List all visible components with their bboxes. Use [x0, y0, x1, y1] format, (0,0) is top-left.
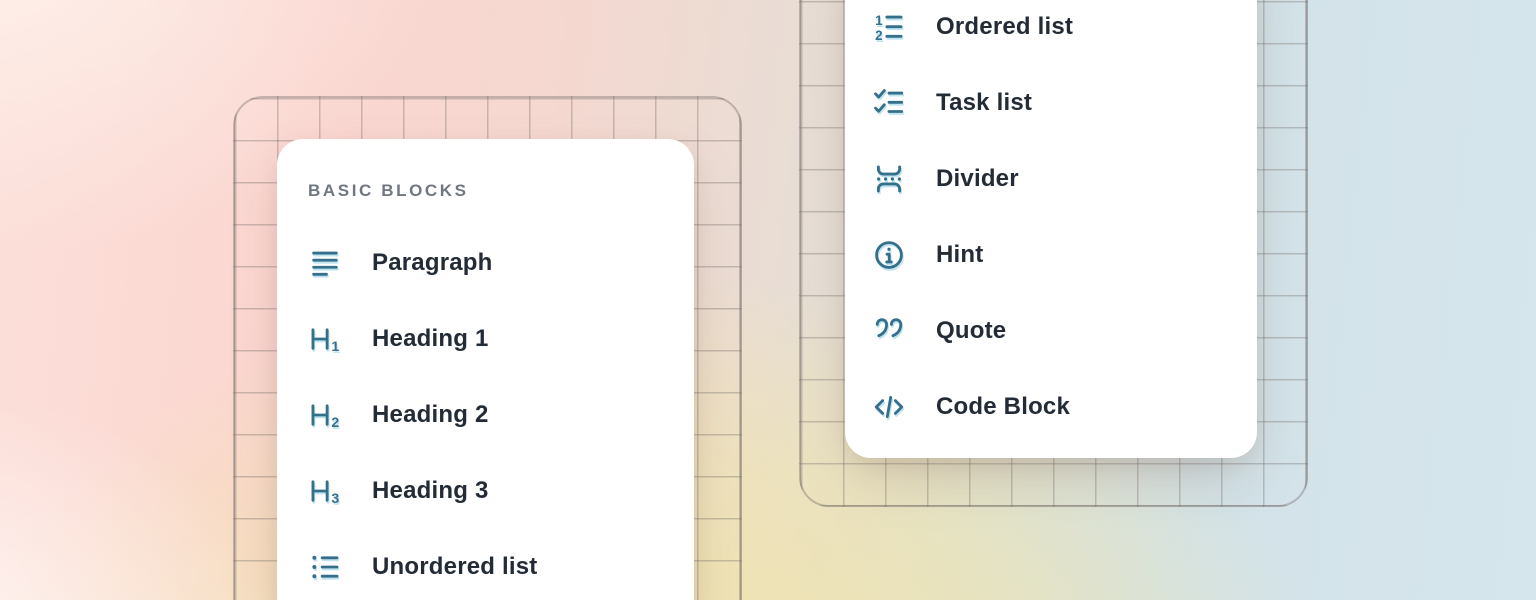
menu-item-label: Quote	[936, 317, 1006, 345]
menu-item-label: Task list	[936, 89, 1032, 117]
menu-item-label: Heading 3	[372, 477, 489, 505]
unordered-list-icon	[308, 550, 342, 584]
divider-icon	[872, 162, 906, 196]
svg-text:1: 1	[875, 13, 883, 28]
basic-blocks-menu: BASIC BLOCKS Paragraph 1 Heading 1 2 Hea…	[277, 139, 694, 600]
task-list-icon	[872, 86, 906, 120]
svg-text:1: 1	[331, 339, 339, 355]
svg-text:2: 2	[331, 415, 339, 431]
menu-item-label: Hint	[936, 241, 983, 269]
menu-item-label: Heading 1	[372, 325, 489, 353]
menu-item-unordered-list[interactable]: Unordered list	[277, 529, 694, 600]
code-block-icon	[872, 390, 906, 424]
menu-item-label: Unordered list	[372, 553, 538, 581]
menu-item-divider[interactable]: Divider	[845, 141, 1257, 217]
hint-icon	[872, 238, 906, 272]
hero-graphic: BASIC BLOCKS Paragraph 1 Heading 1 2 Hea…	[0, 0, 1536, 600]
svg-text:3: 3	[331, 491, 339, 507]
menu-item-label: Paragraph	[372, 249, 493, 277]
paragraph-icon	[308, 246, 342, 280]
menu-item-label: Divider	[936, 165, 1019, 193]
menu-item-label: Heading 2	[372, 401, 489, 429]
menu-item-code-block[interactable]: Code Block	[845, 369, 1257, 445]
menu-item-paragraph[interactable]: Paragraph	[277, 225, 694, 301]
heading-1-icon: 1	[308, 322, 342, 356]
blocks-menu-continued: 1 2 Ordered list Task list Divider	[845, 0, 1257, 458]
menu-item-ordered-list[interactable]: 1 2 Ordered list	[845, 0, 1257, 65]
menu-item-heading-1[interactable]: 1 Heading 1	[277, 301, 694, 377]
menu-item-label: Code Block	[936, 393, 1070, 421]
section-label: BASIC BLOCKS	[308, 181, 694, 201]
menu-item-quote[interactable]: Quote	[845, 293, 1257, 369]
menu-item-heading-2[interactable]: 2 Heading 2	[277, 377, 694, 453]
menu-item-label: Ordered list	[936, 13, 1073, 41]
menu-item-heading-3[interactable]: 3 Heading 3	[277, 453, 694, 529]
ordered-list-icon: 1 2	[872, 10, 906, 44]
menu-item-task-list[interactable]: Task list	[845, 65, 1257, 141]
menu-item-hint[interactable]: Hint	[845, 217, 1257, 293]
svg-text:2: 2	[875, 28, 882, 43]
heading-2-icon: 2	[308, 398, 342, 432]
heading-3-icon: 3	[308, 474, 342, 508]
quote-icon	[872, 314, 906, 348]
